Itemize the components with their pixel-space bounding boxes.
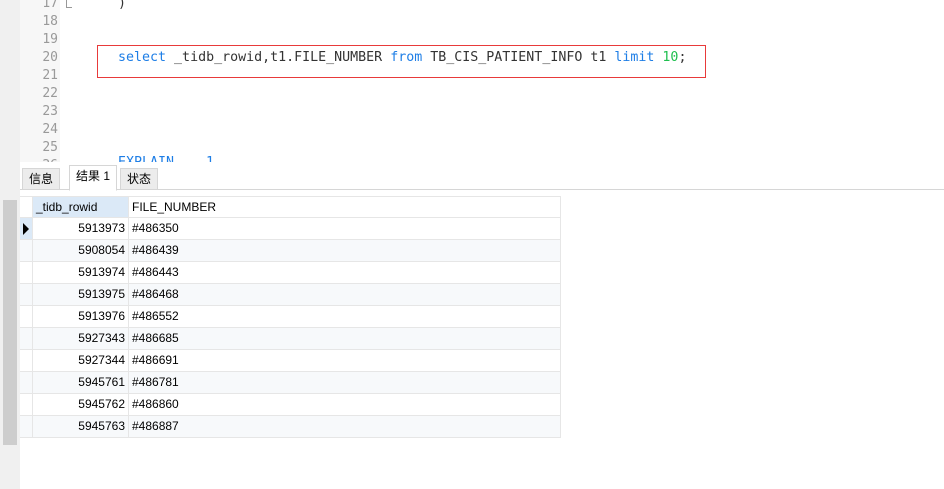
- table-row[interactable]: 5913973 #486350: [20, 218, 561, 240]
- cell-tidb-rowid[interactable]: 5945762: [33, 394, 129, 415]
- row-indicator-header: [20, 197, 33, 217]
- scrollbar-thumb[interactable]: [3, 200, 17, 445]
- cell-tidb-rowid[interactable]: 5913976: [33, 306, 129, 327]
- table-row[interactable]: 5927344 #486691: [20, 350, 561, 372]
- tab-status[interactable]: 状态: [120, 168, 159, 190]
- tab-info[interactable]: 信息: [22, 168, 61, 190]
- code-line: EXPLAIN ...1: [118, 154, 214, 162]
- table-row[interactable]: 5913976 #486552: [20, 306, 561, 328]
- row-indicator[interactable]: [20, 350, 33, 371]
- line-number: 19: [42, 32, 58, 47]
- line-number: 18: [42, 14, 58, 29]
- line-gutter: 17 18 19 20 21 22 23 24 25 26: [20, 0, 60, 162]
- row-indicator[interactable]: [20, 394, 33, 415]
- line-number: 24: [42, 122, 58, 137]
- column-header-tidb-rowid[interactable]: _tidb_rowid: [33, 197, 129, 217]
- cell-file-number[interactable]: #486443: [129, 262, 561, 283]
- line-number: 17: [42, 0, 58, 11]
- cell-tidb-rowid[interactable]: 5927343: [33, 328, 129, 349]
- row-indicator[interactable]: [20, 328, 33, 349]
- cell-tidb-rowid[interactable]: 5913974: [33, 262, 129, 283]
- current-row-arrow-icon: [23, 223, 29, 235]
- cell-tidb-rowid[interactable]: 5945763: [33, 416, 129, 437]
- row-indicator[interactable]: [20, 372, 33, 393]
- cell-tidb-rowid[interactable]: 5908054: [33, 240, 129, 261]
- cell-file-number[interactable]: #486691: [129, 350, 561, 371]
- cell-file-number[interactable]: #486685: [129, 328, 561, 349]
- cell-tidb-rowid[interactable]: 5945761: [33, 372, 129, 393]
- cell-file-number[interactable]: #486439: [129, 240, 561, 261]
- table-row[interactable]: 5945763 #486887: [20, 416, 561, 438]
- row-indicator[interactable]: [20, 284, 33, 305]
- table-row[interactable]: 5913975 #486468: [20, 284, 561, 306]
- row-indicator[interactable]: [20, 416, 33, 437]
- cell-tidb-rowid[interactable]: 5927344: [33, 350, 129, 371]
- sql-editor[interactable]: 17 18 19 20 21 22 23 24 25 26 ) select _…: [20, 0, 944, 162]
- highlight-box: [97, 45, 706, 78]
- cell-tidb-rowid[interactable]: 5913975: [33, 284, 129, 305]
- row-indicator[interactable]: [20, 218, 33, 239]
- cell-file-number[interactable]: #486552: [129, 306, 561, 327]
- column-header-file-number[interactable]: FILE_NUMBER: [129, 197, 561, 217]
- cell-file-number[interactable]: #486781: [129, 372, 561, 393]
- cell-tidb-rowid[interactable]: 5913973: [33, 218, 129, 239]
- line-number: 20: [42, 50, 58, 65]
- code-line: ): [118, 0, 127, 11]
- table-row[interactable]: 5913974 #486443: [20, 262, 561, 284]
- table-row[interactable]: 5908054 #486439: [20, 240, 561, 262]
- cell-file-number[interactable]: #486887: [129, 416, 561, 437]
- left-scrollbar[interactable]: [0, 0, 20, 489]
- grid-header: _tidb_rowid FILE_NUMBER: [20, 196, 561, 218]
- line-number: 22: [42, 86, 58, 101]
- table-row[interactable]: 5945762 #486860: [20, 394, 561, 416]
- cell-file-number[interactable]: #486860: [129, 394, 561, 415]
- row-indicator[interactable]: [20, 306, 33, 327]
- table-row[interactable]: 5945761 #486781: [20, 372, 561, 394]
- result-grid: _tidb_rowid FILE_NUMBER 5913973 #486350 59…: [20, 196, 561, 438]
- row-indicator[interactable]: [20, 262, 33, 283]
- tab-result-1[interactable]: 结果 1: [69, 165, 118, 191]
- table-row[interactable]: 5927343 #486685: [20, 328, 561, 350]
- cell-file-number[interactable]: #486468: [129, 284, 561, 305]
- result-tabs: 信息 结果 1 状态: [20, 162, 944, 191]
- line-number: 25: [42, 140, 58, 155]
- cell-file-number[interactable]: #486350: [129, 218, 561, 239]
- row-indicator[interactable]: [20, 240, 33, 261]
- line-number: 21: [42, 68, 58, 83]
- line-number: 23: [42, 104, 58, 119]
- fold-marker-icon[interactable]: [66, 0, 72, 8]
